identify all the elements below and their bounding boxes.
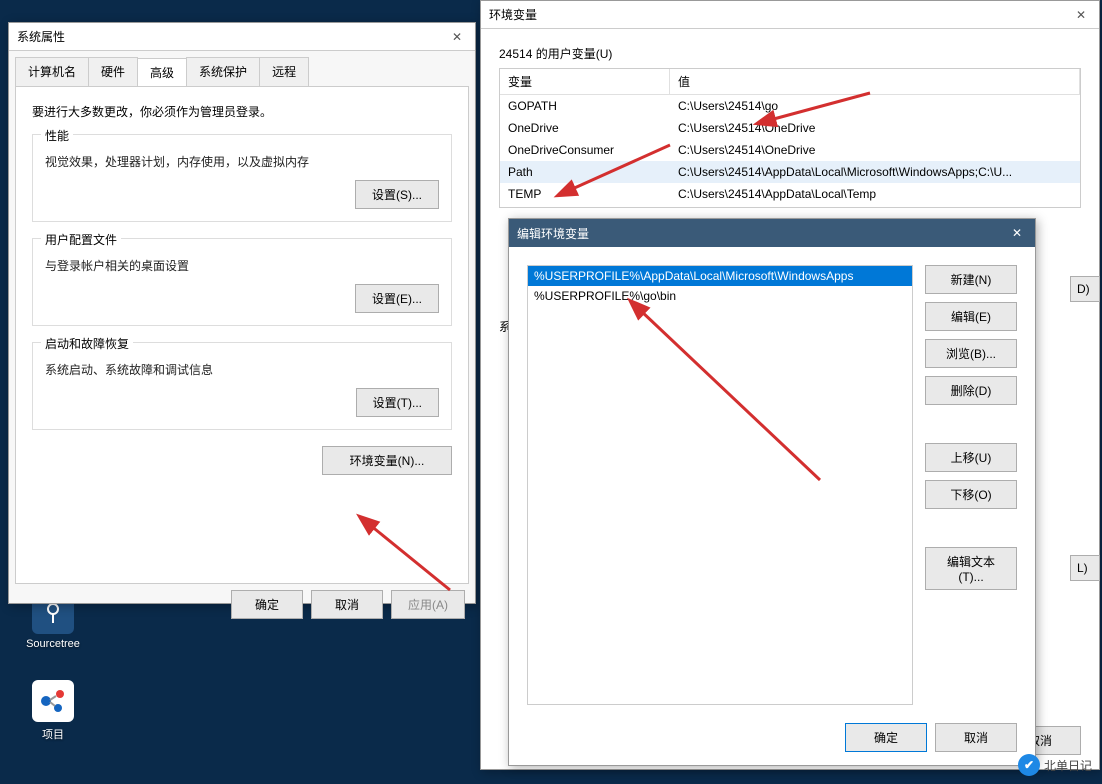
- new-button[interactable]: 新建(N): [925, 265, 1017, 294]
- desktop-icon-project[interactable]: 项目: [18, 680, 88, 742]
- path-item[interactable]: %USERPROFILE%\go\bin: [528, 286, 912, 306]
- table-row-selected[interactable]: PathC:\Users\24514\AppData\Local\Microso…: [500, 161, 1080, 183]
- group-desc: 视觉效果，处理器计划，内存使用，以及虚拟内存: [45, 153, 439, 170]
- startup-settings-button[interactable]: 设置(T)...: [356, 388, 439, 417]
- startup-recovery-group: 启动和故障恢复 系统启动、系统故障和调试信息 设置(T)...: [32, 342, 452, 430]
- browse-button[interactable]: 浏览(B)...: [925, 339, 1017, 368]
- table-row[interactable]: OneDriveC:\Users\24514\OneDrive: [500, 117, 1080, 139]
- path-item-selected[interactable]: %USERPROFILE%\AppData\Local\Microsoft\Wi…: [528, 266, 912, 286]
- apply-button[interactable]: 应用(A): [391, 590, 465, 619]
- tab-remote[interactable]: 远程: [259, 57, 309, 86]
- dialog-title: 系统属性: [17, 28, 65, 45]
- tab-system-protection[interactable]: 系统保护: [186, 57, 260, 86]
- titlebar[interactable]: 系统属性 ✕: [9, 23, 475, 51]
- tab-hardware[interactable]: 硬件: [88, 57, 138, 86]
- table-row[interactable]: GOPATHC:\Users\24514\go: [500, 95, 1080, 117]
- admin-note: 要进行大多数更改，你必须作为管理员登录。: [32, 103, 452, 120]
- close-icon[interactable]: ✕: [1071, 5, 1091, 25]
- edit-button[interactable]: 编辑(E): [925, 302, 1017, 331]
- user-vars-table[interactable]: 变量 值 GOPATHC:\Users\24514\go OneDriveC:\…: [499, 68, 1081, 208]
- watermark-text: 北单日记: [1044, 757, 1092, 774]
- delete-button[interactable]: 删除(D): [925, 376, 1017, 405]
- ok-button[interactable]: 确定: [845, 723, 927, 752]
- performance-group: 性能 视觉效果，处理器计划，内存使用，以及虚拟内存 设置(S)...: [32, 134, 452, 222]
- close-icon[interactable]: ✕: [1007, 223, 1027, 243]
- watermark-logo-icon: ✔: [1018, 754, 1040, 776]
- user-profiles-group: 用户配置文件 与登录帐户相关的桌面设置 设置(E)...: [32, 238, 452, 326]
- dialog-title: 编辑环境变量: [517, 225, 589, 242]
- desktop-icon-label: Sourcetree: [18, 638, 88, 650]
- group-title: 启动和故障恢复: [41, 335, 133, 352]
- tab-panel-advanced: 要进行大多数更改，你必须作为管理员登录。 性能 视觉效果，处理器计划，内存使用，…: [15, 86, 469, 584]
- edit-text-button[interactable]: 编辑文本(T)...: [925, 547, 1017, 590]
- group-desc: 与登录帐户相关的桌面设置: [45, 257, 439, 274]
- desktop-icon-label: 项目: [18, 726, 88, 742]
- perf-settings-button[interactable]: 设置(S)...: [355, 180, 439, 209]
- tab-computer-name[interactable]: 计算机名: [15, 57, 89, 86]
- group-title: 用户配置文件: [41, 231, 121, 248]
- path-list[interactable]: %USERPROFILE%\AppData\Local\Microsoft\Wi…: [527, 265, 913, 705]
- table-row[interactable]: TEMPC:\Users\24514\AppData\Local\Temp: [500, 183, 1080, 205]
- peek-button-d[interactable]: D): [1070, 276, 1100, 302]
- tabs: 计算机名 硬件 高级 系统保护 远程: [9, 51, 475, 86]
- env-variables-button[interactable]: 环境变量(N)...: [322, 446, 452, 475]
- close-icon[interactable]: ✕: [447, 27, 467, 47]
- cancel-button[interactable]: 取消: [935, 723, 1017, 752]
- edit-env-variable-dialog: 编辑环境变量 ✕ %USERPROFILE%\AppData\Local\Mic…: [508, 218, 1036, 766]
- move-down-button[interactable]: 下移(O): [925, 480, 1017, 509]
- ok-button[interactable]: 确定: [231, 590, 303, 619]
- move-up-button[interactable]: 上移(U): [925, 443, 1017, 472]
- titlebar[interactable]: 编辑环境变量 ✕: [509, 219, 1035, 247]
- dialog-title: 环境变量: [489, 6, 537, 23]
- group-desc: 系统启动、系统故障和调试信息: [45, 361, 439, 378]
- profile-settings-button[interactable]: 设置(E)...: [355, 284, 439, 313]
- col-variable[interactable]: 变量: [500, 69, 670, 94]
- system-properties-dialog: 系统属性 ✕ 计算机名 硬件 高级 系统保护 远程 要进行大多数更改，你必须作为…: [8, 22, 476, 604]
- table-header: 变量 值: [500, 69, 1080, 95]
- table-row[interactable]: OneDriveConsumerC:\Users\24514\OneDrive: [500, 139, 1080, 161]
- group-title: 性能: [41, 127, 73, 144]
- watermark: ✔ 北单日记: [1018, 754, 1092, 776]
- project-icon: [32, 680, 74, 722]
- col-value[interactable]: 值: [670, 69, 1080, 94]
- user-vars-label: 24514 的用户变量(U): [499, 45, 1099, 62]
- titlebar[interactable]: 环境变量 ✕: [481, 1, 1099, 29]
- tab-advanced[interactable]: 高级: [137, 58, 187, 87]
- peek-button-l[interactable]: L): [1070, 555, 1100, 581]
- cancel-button[interactable]: 取消: [311, 590, 383, 619]
